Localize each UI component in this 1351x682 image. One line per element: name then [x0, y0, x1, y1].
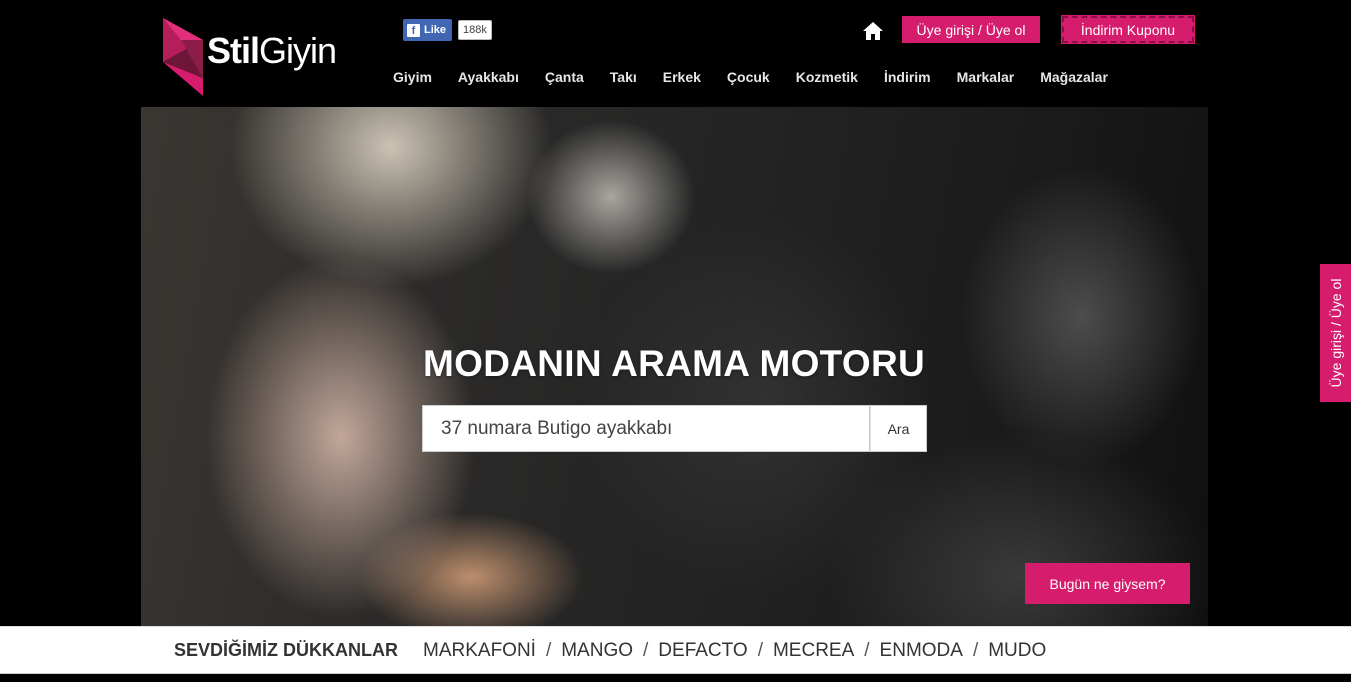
- side-login-tab-label: Üye girişi / Üye ol: [1327, 278, 1344, 388]
- discount-coupon-button[interactable]: İndirim Kuponu: [1061, 15, 1195, 44]
- home-icon[interactable]: [862, 20, 884, 42]
- store-separator: /: [972, 640, 979, 661]
- facebook-like-widget[interactable]: f Like 188k: [403, 19, 492, 41]
- store-link-mudo[interactable]: MUDO: [988, 640, 1046, 662]
- favorite-stores-bar: SEVDİĞİMİZ DÜKKANLAR MARKAFONİ / MANGO /…: [0, 626, 1351, 674]
- nav-item-magazalar[interactable]: Mağazalar: [1027, 66, 1121, 88]
- store-separator: /: [864, 640, 870, 661]
- main-nav: Giyim Ayakkabı Çanta Takı Erkek Çocuk Ko…: [380, 66, 1121, 88]
- page: StilGiyin f Like 188k Üye girişi / Üye o…: [0, 0, 1351, 682]
- store-separator: /: [545, 640, 552, 661]
- logo-text: StilGiyin: [207, 30, 337, 71]
- facebook-like-count: 188k: [458, 20, 492, 40]
- hero-title: MODANIN ARAMA MOTORU: [423, 343, 926, 384]
- side-login-tab[interactable]: Üye girişi / Üye ol: [1320, 264, 1351, 402]
- hero-banner: MODANIN ARAMA MOTORU Ara Bugün ne giysem…: [141, 107, 1208, 626]
- nav-item-taki[interactable]: Takı: [597, 66, 650, 88]
- store-link-mecrea[interactable]: MECREA: [773, 640, 854, 662]
- nav-item-kozmetik[interactable]: Kozmetik: [783, 66, 871, 88]
- search-bar: Ara: [422, 405, 927, 452]
- nav-item-ayakkabi[interactable]: Ayakkabı: [445, 66, 532, 88]
- nav-item-markalar[interactable]: Markalar: [944, 66, 1028, 88]
- store-link-markafoni[interactable]: MARKAFONİ: [423, 640, 536, 662]
- nav-item-cocuk[interactable]: Çocuk: [714, 66, 783, 88]
- store-separator: /: [757, 640, 763, 661]
- logo[interactable]: StilGiyin: [163, 18, 353, 96]
- nav-item-indirim[interactable]: İndirim: [871, 66, 944, 88]
- favorite-stores-list: MARKAFONİ / MANGO / DEFACTO / MECREA / E…: [423, 640, 1046, 662]
- facebook-icon: f: [407, 23, 420, 37]
- store-link-enmoda[interactable]: ENMODA: [880, 640, 963, 662]
- search-button[interactable]: Ara: [870, 405, 927, 452]
- nav-item-giyim[interactable]: Giyim: [380, 66, 445, 88]
- login-register-button[interactable]: Üye girişi / Üye ol: [902, 16, 1040, 43]
- facebook-like-button[interactable]: f Like: [403, 19, 453, 41]
- nav-item-canta[interactable]: Çanta: [532, 66, 597, 88]
- store-link-defacto[interactable]: DEFACTO: [658, 640, 747, 662]
- logo-mark-icon: [163, 18, 203, 96]
- store-link-mango[interactable]: MANGO: [561, 640, 633, 662]
- facebook-like-label: Like: [424, 24, 447, 36]
- favorite-stores-title: SEVDİĞİMİZ DÜKKANLAR: [174, 640, 398, 660]
- what-to-wear-today-button[interactable]: Bugün ne giysem?: [1025, 563, 1190, 604]
- nav-item-erkek[interactable]: Erkek: [650, 66, 714, 88]
- store-separator: /: [643, 640, 649, 661]
- search-input[interactable]: [422, 405, 870, 452]
